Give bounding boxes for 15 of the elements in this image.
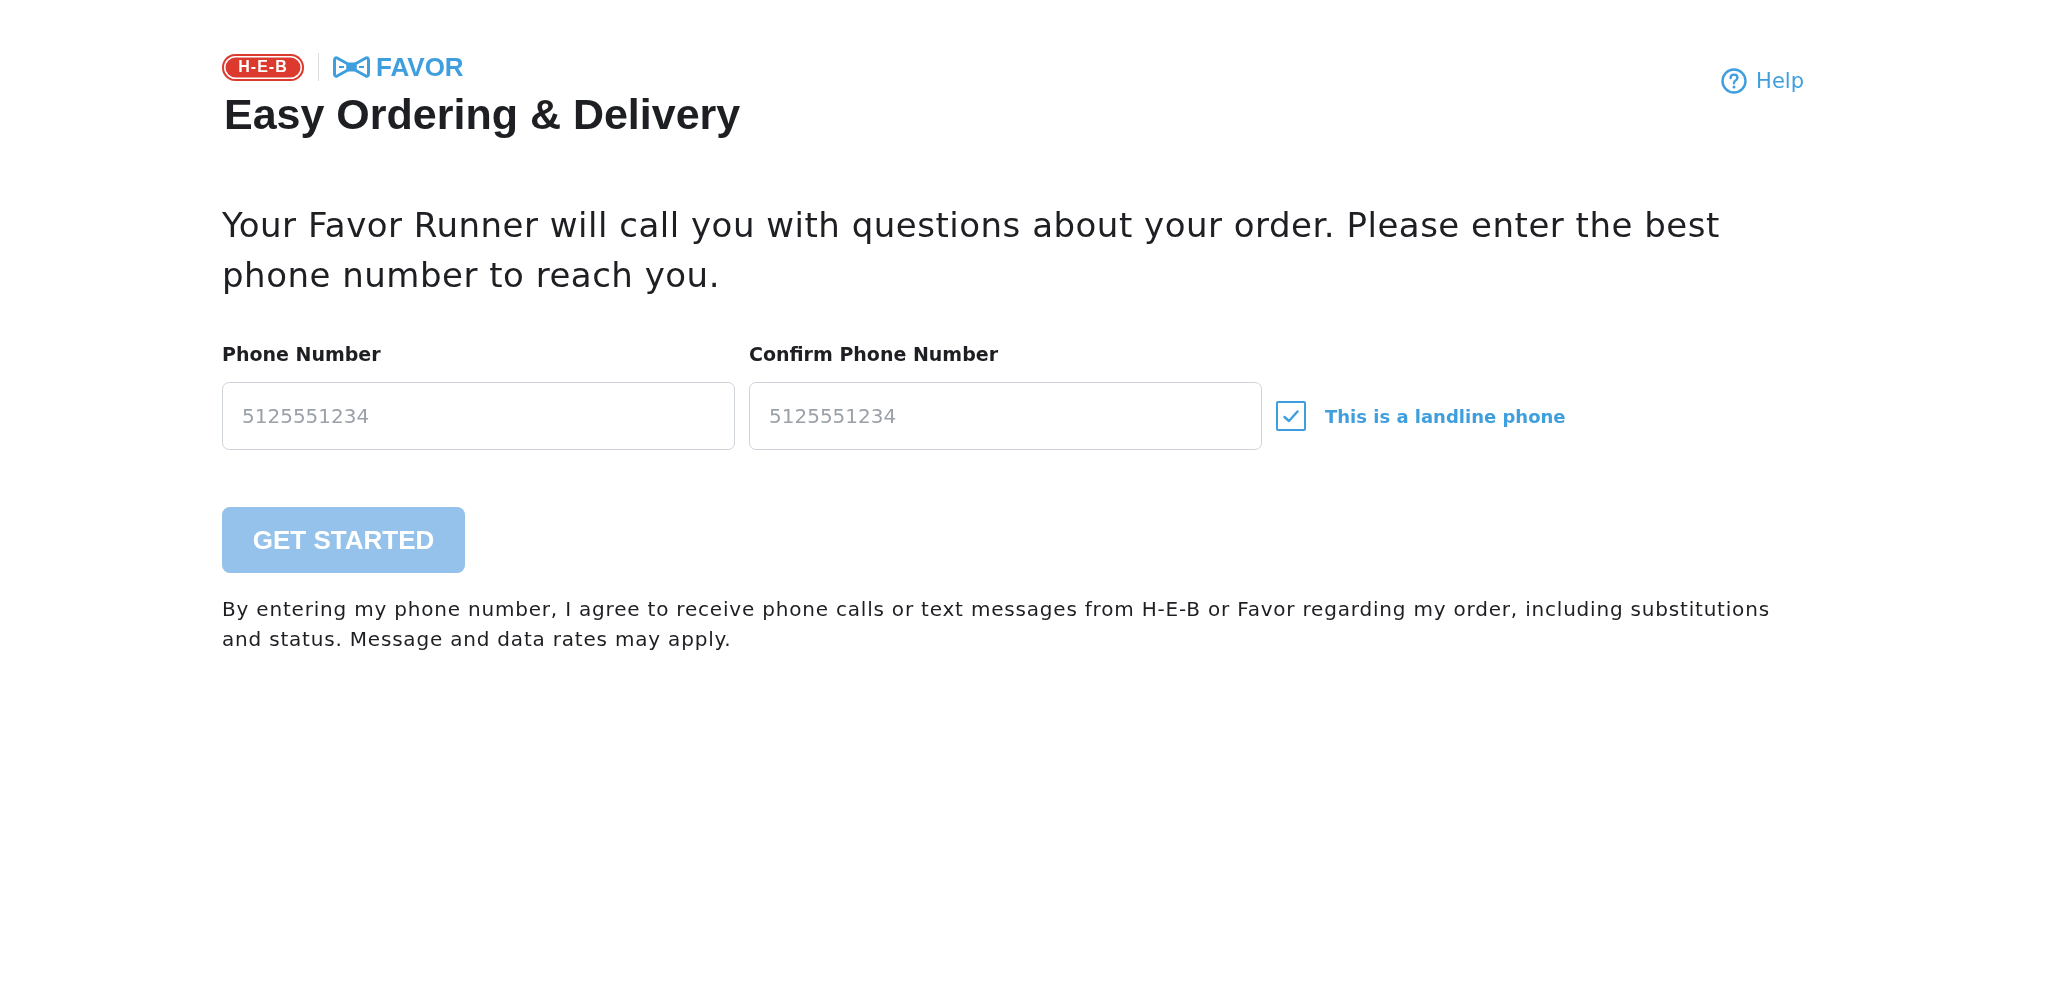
intro-text: Your Favor Runner will call you with questions about your order. Please enter the best phone number to reach you. xyxy=(222,204,1721,297)
partner-logo: FAVOR xyxy=(376,54,464,80)
help-icon xyxy=(1721,68,1748,94)
phone-field[interactable]: 5125551234 xyxy=(749,382,1262,450)
check-icon xyxy=(1283,409,1299,423)
page-title: Easy Ordering & Delivery xyxy=(224,93,741,136)
field-label: Phone Number xyxy=(222,342,382,367)
phone-field[interactable]: 5125551234 xyxy=(222,382,735,450)
disclaimer-text: By entering my phone number, I agree to receive phone calls or text messages from H-E-B or Favor regarding my order, including substitutions and status. Message and data rates may apply. xyxy=(222,596,1771,653)
checkbox-label[interactable]: This is a landline phone xyxy=(1325,405,1566,427)
checkbox[interactable] xyxy=(1276,401,1306,431)
brand-logo: H-E-B xyxy=(222,53,304,81)
bow-tie-icon xyxy=(333,56,370,78)
field-label: Confirm Phone Number xyxy=(749,342,999,367)
help-link[interactable]: Help xyxy=(1721,68,1804,94)
